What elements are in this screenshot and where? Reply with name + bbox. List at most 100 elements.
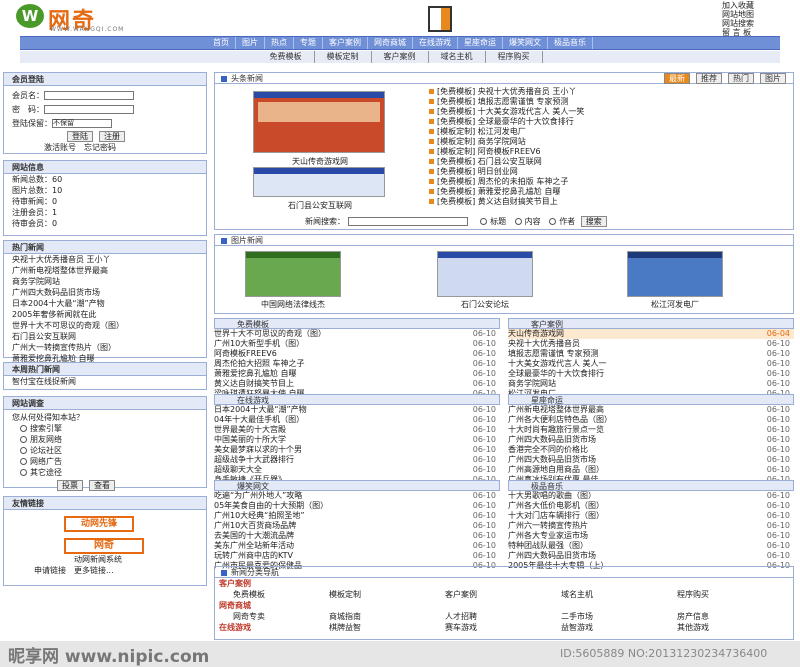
section-item[interactable]: 04年十大最佳手机（图） 06-10 — [214, 415, 500, 425]
nav-item[interactable]: 图片 — [236, 37, 265, 49]
vote-radio[interactable] — [20, 436, 27, 443]
category-group[interactable]: 在线游戏 — [219, 622, 329, 633]
picnews-thumb-3[interactable] — [627, 251, 723, 297]
subnav-item[interactable]: 模板定制 — [315, 51, 372, 63]
friend-caption[interactable]: 动网新闻系统 — [4, 554, 206, 565]
hot-item[interactable]: 石门县公安互联网 — [4, 331, 206, 342]
site-logo[interactable]: W 网奇 WWW.WANGQI.COM — [16, 4, 196, 34]
tab-images[interactable]: 图片 — [760, 73, 786, 84]
category-cell[interactable]: 益智游戏 — [561, 622, 677, 633]
tab-recommended[interactable]: 推荐 — [696, 73, 722, 84]
headline-caption-2[interactable]: 石门县公安互联网 — [255, 200, 385, 211]
section-item[interactable]: 阿奇模板FREEV6 06-10 — [214, 349, 500, 359]
login-button[interactable]: 登陆 — [67, 131, 93, 142]
section-item[interactable]: 广州高源地自用商品（图） 06-10 — [508, 465, 794, 475]
section-item[interactable]: 广州各大专业家运市场 06-10 — [508, 531, 794, 541]
section-item[interactable]: 广州10大新型手机（图） 06-10 — [214, 339, 500, 349]
category-sub[interactable]: 网奇专卖 — [219, 611, 329, 622]
section-item[interactable]: 十大美女游戏代言人 美人一 06-10 — [508, 359, 794, 369]
headline-item[interactable]: [免费模板] 央视十大优秀播音员 王小丫 — [429, 87, 791, 97]
section-item[interactable]: 吃遍“为广州外地人”攻略 06-10 — [214, 491, 500, 501]
section-item[interactable]: 天山传奇游戏网 06-04 — [508, 329, 794, 339]
nav-item[interactable]: 热点 — [265, 37, 294, 49]
subnav-item[interactable]: 免费模板 — [258, 51, 315, 63]
hot-item[interactable]: 广州大一转摘宣传热片（图） — [4, 342, 206, 353]
section-item[interactable]: 十大男歌唱的歌曲（图） 06-10 — [508, 491, 794, 501]
category-cell[interactable]: 二手市场 — [561, 611, 677, 622]
vote-radio[interactable] — [20, 447, 27, 454]
friend-more-links[interactable]: 申请链接 更多链接... — [4, 565, 206, 576]
headline-item[interactable]: [免费模板] 填报志愿需谨慎 专家预测 — [429, 97, 791, 107]
recommend-item[interactable]: 智付宝在线捉新闻 — [4, 376, 206, 387]
search-radio-author[interactable] — [549, 218, 557, 225]
section-item[interactable]: 广州四大数码品旧货市场 06-10 — [508, 435, 794, 445]
section-item[interactable]: 十大对门店车辆排行（图） 06-10 — [508, 511, 794, 521]
hot-item[interactable]: 世界十大不可思议的奇观（图） — [4, 320, 206, 331]
headline-caption-1[interactable]: 天山传奇游戏网 — [255, 156, 385, 167]
category-sub[interactable]: 免费模板 — [219, 589, 329, 600]
nav-item[interactable]: 客户案例 — [323, 37, 368, 49]
forgot-link[interactable]: 激活账号 忘记密码 — [4, 142, 206, 153]
section-item[interactable]: 超级聊天大全 06-10 — [214, 465, 500, 475]
section-item[interactable]: 美女最梦寐以求的十个男 06-10 — [214, 445, 500, 455]
subnav-item[interactable]: 程序购买 — [486, 51, 543, 63]
nav-item[interactable]: 专题 — [294, 37, 323, 49]
headline-item[interactable]: [免费模板] 明日创业网 — [429, 167, 791, 177]
category-cell[interactable]: 人才招聘 — [445, 611, 561, 622]
section-item[interactable]: 广州四大数码品旧货市场 06-10 — [508, 455, 794, 465]
username-input[interactable] — [44, 91, 134, 100]
section-item[interactable]: 超级战争十大武器排行 06-10 — [214, 455, 500, 465]
vote-radio[interactable] — [20, 458, 27, 465]
picnews-caption[interactable]: 中国网络法律线杰 — [235, 299, 351, 310]
category-cell[interactable]: 程序购买 — [677, 589, 793, 600]
section-item[interactable]: 填报志愿需谨慎 专家预测 06-10 — [508, 349, 794, 359]
top-link[interactable]: 加入收藏 — [722, 1, 798, 10]
search-input[interactable] — [347, 217, 468, 226]
picnews-caption[interactable]: 松江河发电厂 — [617, 299, 733, 310]
vote-radio[interactable] — [20, 425, 27, 432]
friend-badge[interactable]: 网奇 — [64, 538, 144, 554]
category-group[interactable]: 客户案例 — [219, 578, 329, 589]
top-link[interactable]: 网站搜索 — [722, 19, 798, 28]
hot-item[interactable]: 2005年奢侈新闻就在此 — [4, 309, 206, 320]
password-input[interactable] — [44, 105, 134, 114]
section-item[interactable]: 05年美食自由的十大预期（图） 06-10 — [214, 501, 500, 511]
headline-item[interactable]: [模板定制] 松江河发电厂 — [429, 127, 791, 137]
nav-item[interactable]: 极品音乐 — [548, 37, 593, 49]
section-item[interactable]: 周杰伦拍大招照 车神之子 06-10 — [214, 359, 500, 369]
section-item[interactable]: 玩转广州商中店的KTV 06-10 — [214, 551, 500, 561]
headline-item[interactable]: [模板定制] 阿奇模板FREEV6 — [429, 147, 791, 157]
vote-radio[interactable] — [20, 469, 27, 476]
tab-hot[interactable]: 热门 — [728, 73, 754, 84]
hot-item[interactable]: 广州新电视塔整体世界最高 — [4, 265, 206, 276]
section-item[interactable]: 十大时尚有趣旅行景点一览 06-10 — [508, 425, 794, 435]
category-cell[interactable]: 域名主机 — [561, 589, 677, 600]
section-item[interactable]: 广州六一转摘宣传热片 06-10 — [508, 521, 794, 531]
headline-item[interactable]: [免费模板] 十大美女游戏代言人 美人一笑 — [429, 107, 791, 117]
headline-item[interactable]: [免费模板] 萧雅爱挖鼻孔尴尬 自曝 — [429, 187, 791, 197]
section-item[interactable]: 世界最美的十大宫殿 06-10 — [214, 425, 500, 435]
nav-item[interactable]: 爆笑网文 — [503, 37, 548, 49]
picnews-thumb-1[interactable] — [245, 251, 341, 297]
search-radio-title[interactable] — [480, 218, 488, 225]
headline-thumb-2[interactable] — [253, 167, 385, 197]
section-item[interactable]: 黄义达自财搞笑节目上 06-10 — [214, 379, 500, 389]
friend-badge[interactable]: 动网先锋 — [64, 516, 134, 532]
search-button[interactable]: 搜索 — [580, 216, 607, 227]
headline-item[interactable]: [免费模板] 全球最豪华的十大饮食排行 — [429, 117, 791, 127]
category-cell[interactable]: 赛车游戏 — [445, 622, 561, 633]
section-item[interactable]: 世界十大不可思议的奇观（图） 06-10 — [214, 329, 500, 339]
remember-select[interactable]: 不保留 — [52, 119, 112, 128]
register-button[interactable]: 注册 — [99, 131, 125, 142]
section-item[interactable]: 广州新电视塔整体世界最高 06-10 — [508, 405, 794, 415]
picnews-caption[interactable]: 石门公安论坛 — [427, 299, 543, 310]
section-item[interactable]: 特种团战队最强（图） 06-10 — [508, 541, 794, 551]
category-cell[interactable]: 其他游戏 — [677, 622, 793, 633]
headline-thumb-1[interactable] — [253, 91, 385, 153]
section-item[interactable]: 全球最豪华的十大饮食排行 06-10 — [508, 369, 794, 379]
category-group[interactable]: 网奇商城 — [219, 600, 329, 611]
section-item[interactable]: 去美国的十大潮流品牌 06-10 — [214, 531, 500, 541]
category-cell[interactable]: 棋牌益智 — [329, 622, 445, 633]
nav-item[interactable]: 首页 — [207, 37, 236, 49]
tab-latest[interactable]: 最新 — [664, 73, 690, 84]
